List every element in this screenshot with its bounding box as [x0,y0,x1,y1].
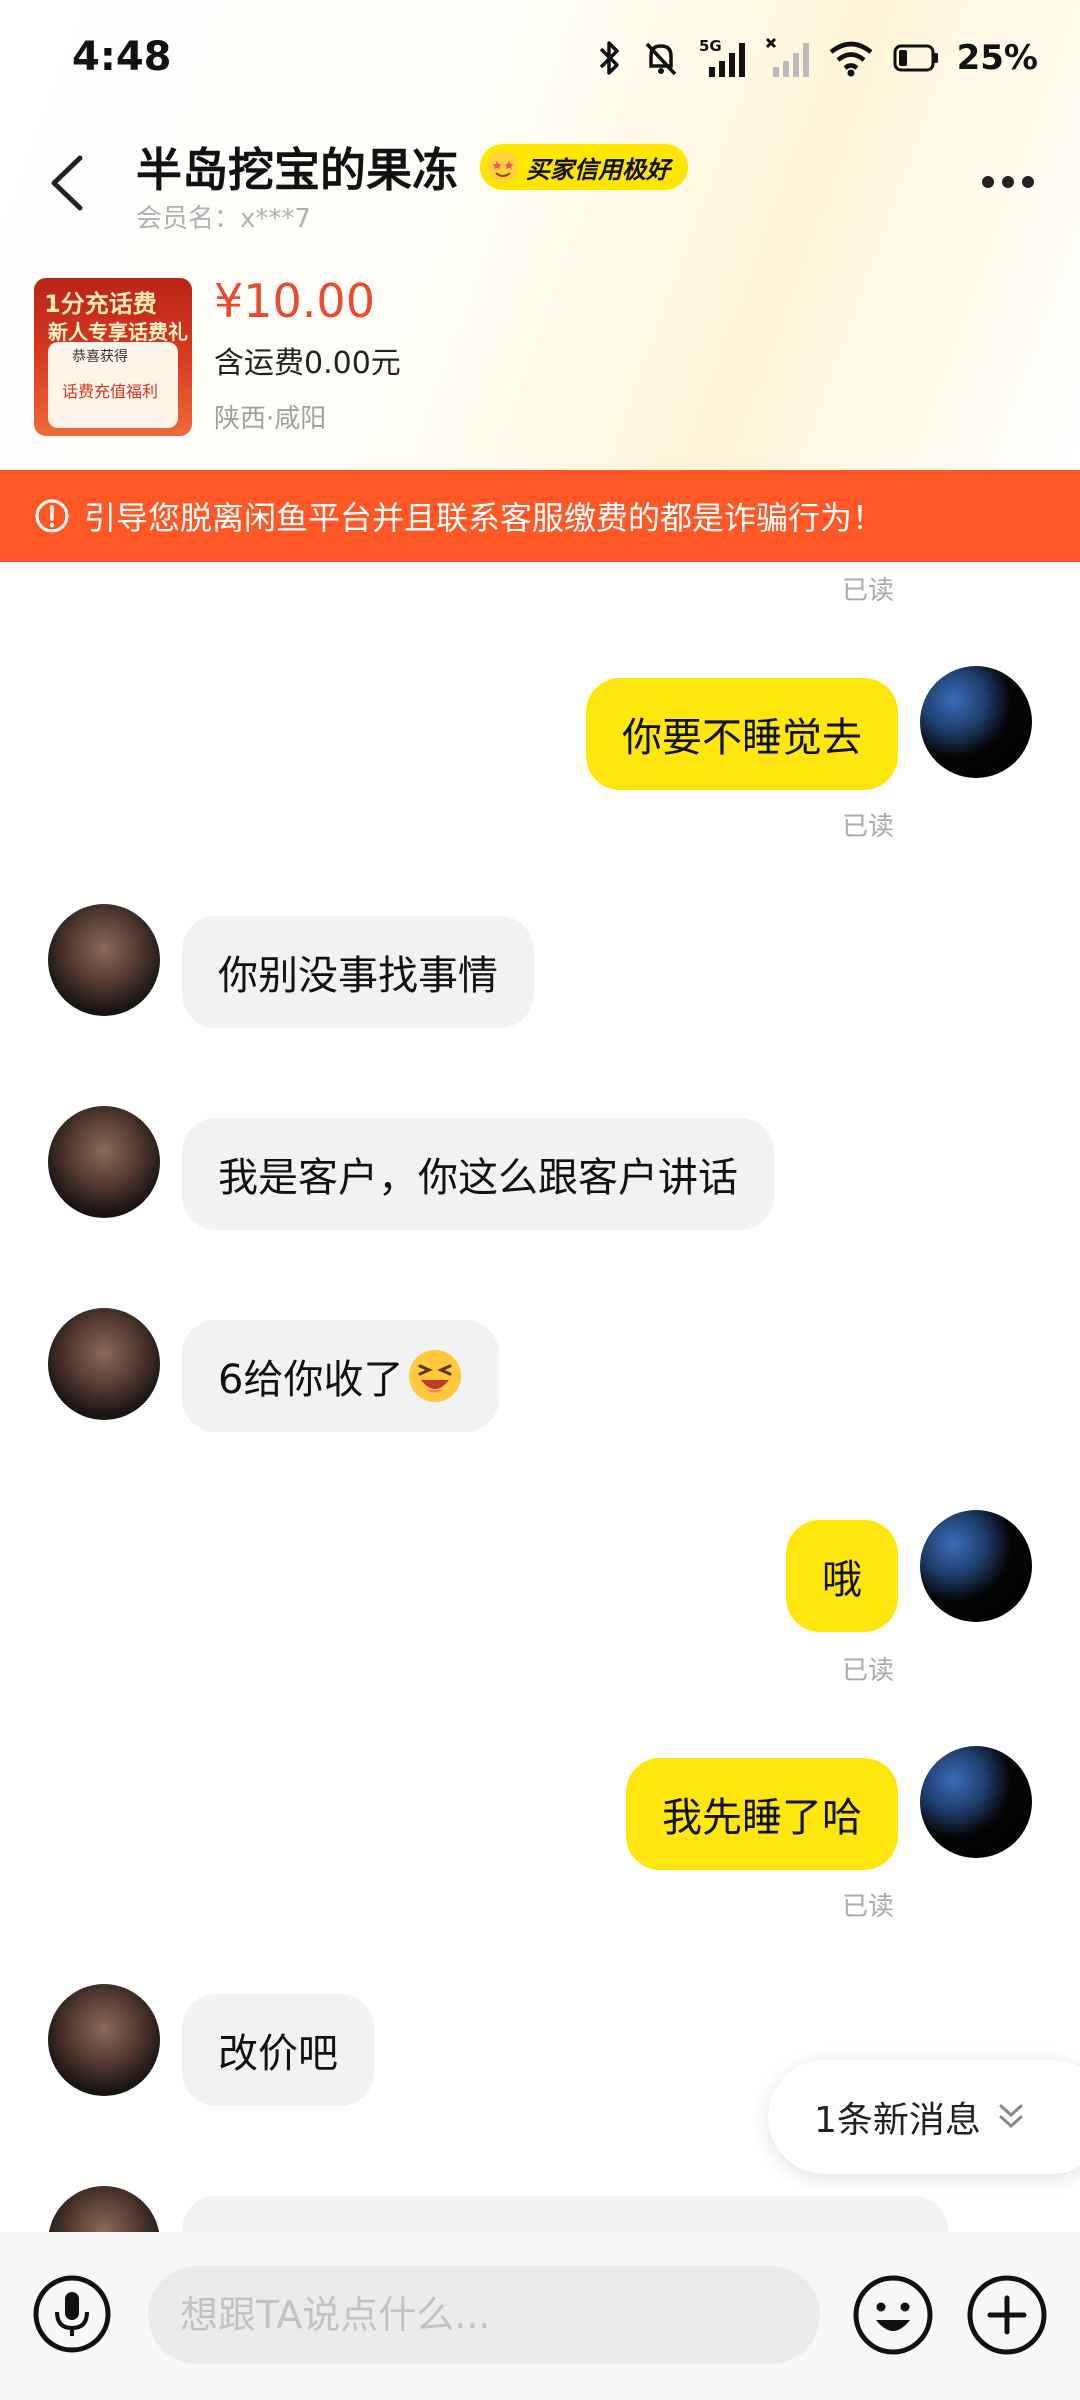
seller-avatar[interactable] [48,1308,160,1420]
laughing-emoji-icon [409,1350,462,1402]
warning-icon [35,499,69,533]
signal-5g-icon: 5G [699,37,747,79]
emoji-icon [853,2275,933,2355]
battery-icon [893,43,939,73]
my-avatar[interactable] [920,1510,1032,1622]
thumb-card: 恭喜获得 话费充值福利 [48,342,178,428]
read-receipt: 已读 [842,576,895,606]
more-icon [982,176,1034,188]
product-location: 陕西·咸阳 [214,404,327,434]
emoji-button[interactable] [852,2274,934,2356]
more-button[interactable] [978,162,1038,202]
thumb-card-label: 话费充值福利 [62,382,159,401]
network-label: 5G [699,37,722,55]
seller-avatar[interactable] [48,1106,160,1218]
read-receipt: 已读 [842,1892,895,1922]
product-shipping: 含运费0.00元 [214,346,401,381]
seller-avatar[interactable] [48,1984,160,2096]
credit-badge[interactable]: 买家信用极好 [480,144,688,190]
message-bubble-other[interactable]: 我是客户，你这么跟客户讲话 [182,1118,774,1230]
status-bar: 4:48 5G 25% [0,0,1080,120]
new-messages-button[interactable]: 1条新消息 [768,2060,1080,2174]
plus-icon [967,2275,1047,2355]
microphone-icon [33,2275,111,2353]
back-button[interactable] [44,150,92,216]
message-bubble-mine[interactable]: 你要不睡觉去 [586,678,898,790]
wifi-icon [827,38,875,78]
member-name: 会员名：x***7 [136,204,311,234]
status-time: 4:48 [72,34,172,80]
bluetooth-icon [597,38,623,78]
message-bubble-other[interactable]: 改价吧 [182,1994,374,2106]
message-bubble-other[interactable]: 你别没事找事情 [182,916,534,1028]
thumb-subtitle: 新人专享话费礼 [48,320,188,344]
seller-avatar[interactable] [48,904,160,1016]
voice-button[interactable] [32,2274,112,2354]
message-bubble-mine[interactable]: 哦 [786,1520,898,1632]
battery-percent: 25% [956,38,1038,78]
thumb-card-top: 恭喜获得 [72,349,128,365]
signal-secondary-icon [765,37,809,79]
message-bubble-mine[interactable]: 我先睡了哈 [626,1758,898,1870]
seller-nickname[interactable]: 半岛挖宝的果冻 [136,134,458,200]
back-arrow-icon [51,155,83,211]
credit-badge-label: 买家信用极好 [526,155,670,184]
input-bar [0,2232,1080,2400]
read-receipt: 已读 [842,812,895,842]
star-eyes-emoji-icon [487,151,519,183]
thumb-title: 1分充话费 [44,290,157,318]
fraud-warning-banner: 引导您脱离闲鱼平台并且联系客服缴费的都是诈骗行为！ [0,470,1080,562]
plus-button[interactable] [966,2274,1048,2356]
my-avatar[interactable] [920,666,1032,778]
warning-text: 引导您脱离闲鱼平台并且联系客服缴费的都是诈骗行为！ [84,499,885,537]
status-icons: 5G 25% [597,30,1038,86]
my-avatar[interactable] [920,1746,1032,1858]
read-receipt: 已读 [842,1656,895,1686]
product-thumbnail[interactable]: 1分充话费 新人专享话费礼 恭喜获得 话费充值福利 [34,278,192,436]
chevron-double-down-icon [999,2104,1023,2129]
message-input[interactable] [148,2266,820,2364]
new-messages-label: 1条新消息 [814,2100,981,2141]
message-text: 6给你收了 [218,1357,404,1403]
product-price: ¥10.00 [214,274,375,328]
mute-bell-icon [641,38,681,78]
message-bubble-other[interactable]: 6给你收了 [182,1320,500,1432]
